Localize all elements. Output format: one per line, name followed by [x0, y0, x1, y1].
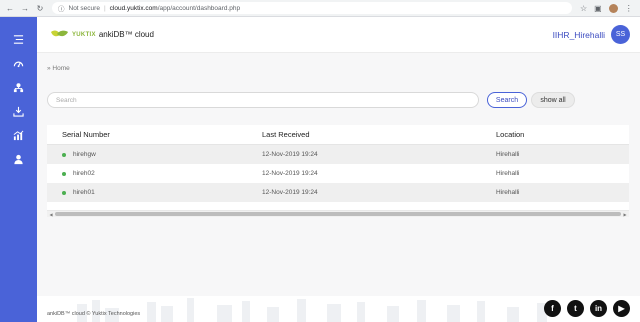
location-cell: Hirehalli [496, 189, 520, 196]
devices-table: Serial Number Last Received Location hir… [47, 125, 629, 217]
logo-text: YUKTIX [72, 31, 96, 38]
user-name[interactable]: IIHR_Hirehalli [553, 30, 605, 40]
header-serial-number[interactable]: Serial Number [47, 130, 247, 139]
download-icon[interactable] [0, 99, 37, 123]
sidebar [0, 17, 37, 322]
table-row[interactable]: hireh02 12-Nov-2019 19:24 Hirehalli [47, 164, 629, 183]
serial-cell: hirehgw [47, 151, 247, 158]
chart-icon[interactable] [0, 123, 37, 147]
last-received-cell: 12-Nov-2019 19:24 [262, 151, 318, 158]
menu-icon[interactable] [0, 27, 37, 51]
serial-cell: hireh01 [47, 189, 247, 196]
table-row[interactable]: hirehgw 12-Nov-2019 19:24 Hirehalli [47, 145, 629, 164]
dashboard-gauge-icon[interactable] [0, 51, 37, 75]
top-bar: YUKTIX ankiDB™ cloud IIHR_Hirehalli SS [37, 17, 640, 53]
back-icon[interactable]: ← [6, 4, 14, 13]
header-location[interactable]: Location [481, 130, 629, 139]
more-icon[interactable]: ⋮ [625, 4, 633, 13]
url-text: cloud.yuktix.com/app/account/dashboard.p… [110, 5, 240, 12]
reload-icon[interactable]: ↻ [36, 4, 44, 13]
url-host: cloud.yuktix.com [109, 4, 158, 12]
extension-icon[interactable]: ▣ [594, 4, 602, 13]
search-bar: Search show all [47, 92, 575, 108]
linkedin-icon[interactable]: in [590, 300, 607, 317]
status-online-icon [62, 190, 66, 195]
show-all-button[interactable]: show all [531, 92, 575, 108]
browser-toolbar: ← → ↻ ⓘ Not secure | cloud.yuktix.com/ap… [0, 0, 640, 17]
profile-avatar[interactable] [608, 3, 618, 13]
footer: ankiDB™ cloud © Yuktix Technologies f t … [37, 296, 640, 322]
forward-icon[interactable]: → [21, 4, 29, 13]
avatar[interactable]: SS [611, 25, 630, 44]
table-header: Serial Number Last Received Location [47, 125, 629, 145]
twitter-icon[interactable]: t [567, 300, 584, 317]
location-cell: Hirehalli [496, 170, 520, 177]
sitemap-icon[interactable] [0, 75, 37, 99]
facebook-icon[interactable]: f [544, 300, 561, 317]
brand-logo[interactable]: YUKTIX [49, 28, 96, 42]
security-label: Not secure [68, 4, 100, 12]
main-content: » Home Search show all Serial Number Las… [37, 53, 640, 296]
serial-cell: hireh02 [47, 170, 247, 177]
browser-nav: ← → ↻ [0, 4, 44, 13]
scroll-left-icon[interactable]: ◀ [47, 212, 55, 217]
youtube-icon[interactable]: ▶ [613, 300, 630, 317]
browser-actions: ☆ ▣ ⋮ [580, 3, 633, 13]
user-menu[interactable]: IIHR_Hirehalli SS [553, 25, 630, 44]
user-icon[interactable] [0, 147, 37, 171]
status-online-icon [62, 152, 66, 157]
info-icon[interactable]: ⓘ [58, 3, 65, 13]
serial-number[interactable]: hireh01 [73, 189, 95, 196]
address-separator: | [103, 4, 106, 12]
social-links: f t in ▶ [544, 300, 630, 317]
search-button[interactable]: Search [487, 92, 527, 108]
serial-number[interactable]: hireh02 [73, 170, 95, 177]
horizontal-scrollbar[interactable]: ◀ ▶ [47, 210, 629, 217]
table-row[interactable]: hireh01 12-Nov-2019 19:24 Hirehalli [47, 183, 629, 202]
last-received-cell: 12-Nov-2019 19:24 [262, 170, 318, 177]
search-input[interactable] [47, 92, 479, 108]
address-bar[interactable]: ⓘ Not secure | cloud.yuktix.com/app/acco… [52, 2, 572, 14]
app-name: ankiDB™ cloud [98, 30, 154, 39]
leaf-logo-icon [51, 30, 68, 36]
location-cell: Hirehalli [496, 151, 520, 158]
star-icon[interactable]: ☆ [580, 4, 587, 13]
status-online-icon [62, 171, 66, 176]
copyright-text: ankiDB™ cloud © Yuktix Technologies [47, 311, 141, 317]
scroll-right-icon[interactable]: ▶ [621, 212, 629, 217]
breadcrumb[interactable]: » Home [47, 65, 70, 72]
last-received-cell: 12-Nov-2019 19:24 [262, 189, 318, 196]
url-path: /app/account/dashboard.php [157, 4, 241, 12]
header-last-received[interactable]: Last Received [247, 130, 481, 139]
serial-number[interactable]: hirehgw [73, 151, 96, 158]
scrollbar-thumb[interactable] [55, 212, 621, 216]
